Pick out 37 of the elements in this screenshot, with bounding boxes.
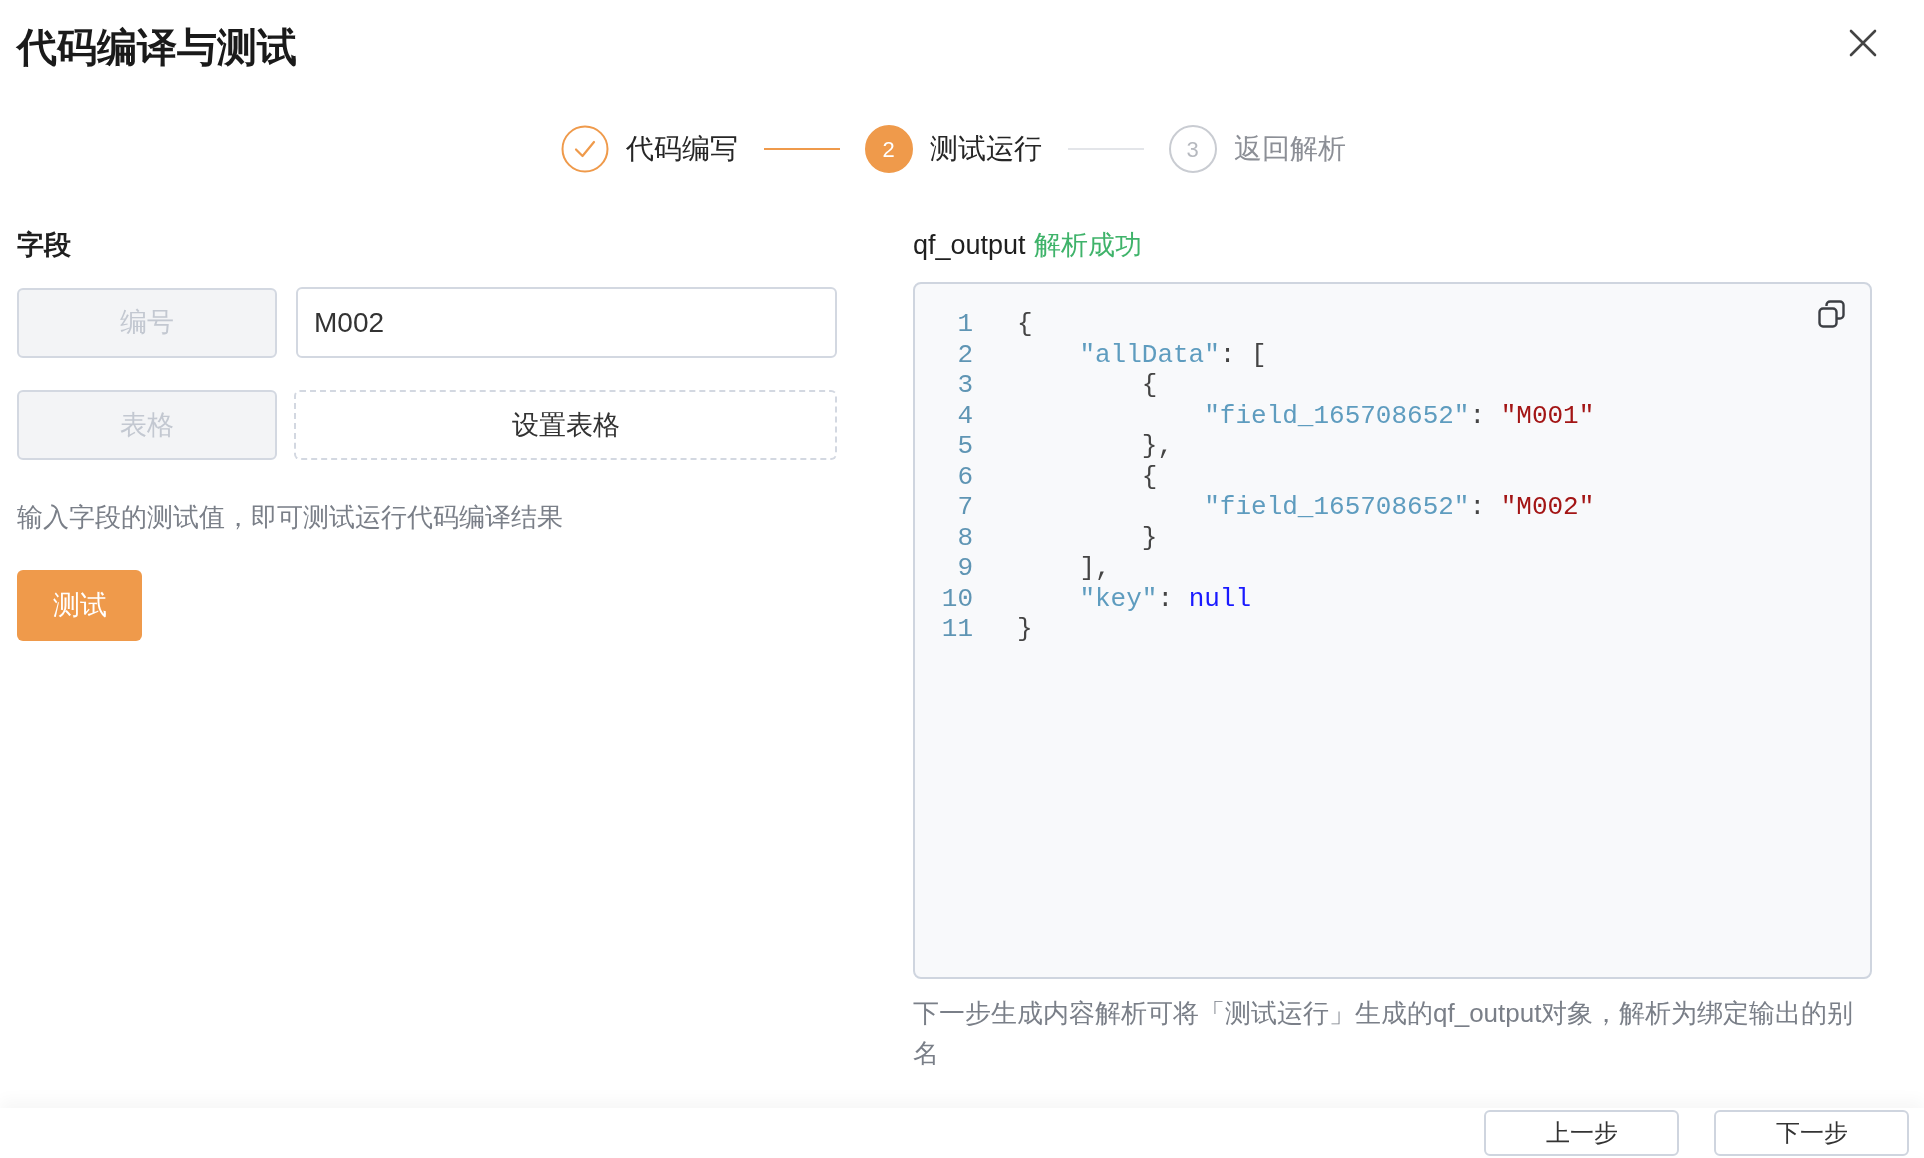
dialog-title: 代码编译与测试 [17, 24, 297, 71]
line-number: 7 [956, 492, 973, 523]
code-line: { [1141, 370, 1158, 401]
step-label: 返回解析 [1233, 132, 1346, 166]
code-line: "field_165708652": "M001" [1204, 400, 1595, 431]
code-line: } [1017, 614, 1033, 645]
step-number: 2 [864, 125, 913, 173]
note-text: 下一步生成内容解析可将「测试运行」生成的qf_output对象，解析为绑定输出的别名 [913, 997, 1855, 1070]
line-number: 8 [956, 522, 973, 553]
line-number: 10 [940, 583, 973, 614]
code-line: } [1141, 522, 1158, 553]
section-heading: 字段 [17, 229, 71, 262]
line-number: 2 [956, 339, 973, 370]
line-number: 3 [956, 370, 973, 401]
hint-text: 输入字段的测试值，即可测试运行代码编译结果 [17, 501, 563, 533]
code-line: { [1017, 309, 1033, 340]
code-line: ], [1079, 553, 1111, 584]
copy-icon[interactable] [1818, 300, 1845, 328]
code-line: }, [1141, 431, 1174, 462]
next-step-button[interactable]: 下一步 [1714, 1110, 1909, 1156]
step-number: 3 [1168, 125, 1217, 173]
step-label: 代码编写 [625, 132, 738, 166]
line-number: 4 [956, 400, 973, 431]
line-number: 6 [956, 461, 973, 492]
code-line: "allData": [ [1079, 339, 1267, 370]
line-number: 9 [956, 553, 973, 584]
output-variable-name: qf_output [913, 229, 1026, 262]
code-line: { [1141, 461, 1158, 492]
previous-step-button[interactable]: 上一步 [1484, 1110, 1679, 1156]
close-icon[interactable] [1848, 28, 1878, 58]
step-label: 测试运行 [929, 132, 1042, 166]
line-number: 11 [940, 614, 973, 645]
code-line: "field_165708652": "M002" [1204, 492, 1595, 523]
line-number: 5 [956, 431, 973, 462]
parse-status-text: 解析成功 [1033, 229, 1142, 262]
line-number: 1 [956, 309, 973, 340]
code-line: "key": null [1079, 583, 1252, 614]
